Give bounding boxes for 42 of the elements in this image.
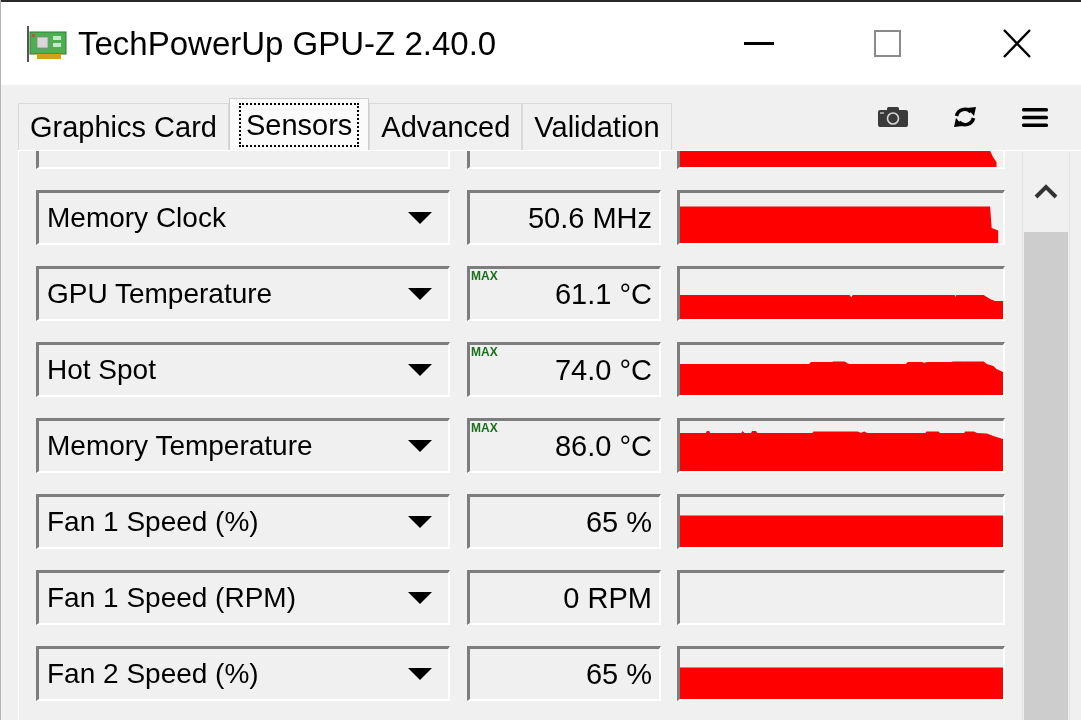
max-label: MAX [471,270,498,282]
max-label: MAX [471,346,498,358]
sensor-dropdown[interactable]: GPU Temperature [36,266,450,321]
tab[interactable]: Sensors [228,98,370,150]
minimize-icon [743,42,774,45]
tab[interactable]: Advanced [369,103,523,150]
sensor-value: 61.1 °C [554,277,652,311]
chevron-up-icon [1034,184,1058,199]
sensor-dropdown[interactable]: Fan 2 Speed (%) [36,646,450,701]
sensor-dropdown[interactable]: Fan 1 Speed (%) [36,494,450,549]
sensor-dropdown[interactable]: Hot Spot [36,342,450,397]
caret-icon [408,516,432,528]
window-title: TechPowerUp GPU-Z 2.40.0 [78,24,497,63]
refresh-icon [952,106,978,128]
maximize-icon [874,30,901,57]
sensor-dropdown[interactable]: Memory Clock [36,190,450,245]
menu-icon [1022,107,1048,127]
max-label: MAX [471,422,498,434]
sensor-value: 65 % [585,505,652,539]
scrollbar-thumb[interactable] [1024,232,1068,720]
caret-icon [408,212,432,224]
menu-button[interactable] [1022,107,1048,127]
sensor-value: 0 RPM [563,581,652,615]
screenshot-button[interactable] [878,107,908,127]
sensor-value: 74.0 °C [554,353,652,387]
sensor-dropdown[interactable]: Fan 1 Speed (RPM) [36,570,450,625]
caret-icon [408,288,432,300]
refresh-button[interactable] [952,106,978,128]
sensor-value: 65 % [585,657,652,691]
caret-icon [408,440,432,452]
camera-icon [878,107,908,127]
sensor-value: 50.6 MHz [527,201,652,235]
caret-icon [408,668,432,680]
close-icon [1002,29,1031,58]
sensor-value: 86.0 °C [554,429,652,463]
sensor-dropdown[interactable] [36,151,450,169]
sensor-dropdown[interactable]: Memory Temperature [36,418,450,473]
caret-icon [408,364,432,376]
caret-icon [408,592,432,604]
graphics-card-icon [27,25,67,62]
tab[interactable]: Validation [522,103,672,150]
tab[interactable]: Graphics Card [18,103,229,150]
